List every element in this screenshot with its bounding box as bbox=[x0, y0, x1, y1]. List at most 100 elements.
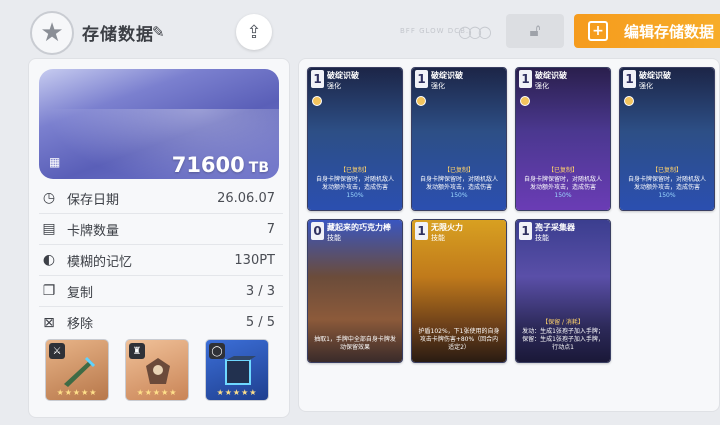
card-name: 藏起来的巧克力棒 bbox=[327, 223, 391, 232]
card-description: 【已复制】 自身卡牌保留时，对随机敌人发动额外攻击，造成伤害150% bbox=[522, 167, 604, 200]
card-desc-value: 150% bbox=[346, 192, 364, 199]
storage-amount-value: 71600 bbox=[171, 153, 245, 177]
storage-capacity-card: ▦ 71600 TB bbox=[39, 69, 279, 179]
card-desc-text: 发动：生成1张孢子加入手牌；保留：生成1张孢子加入手牌，行动点1 bbox=[522, 328, 604, 351]
pencil-icon[interactable]: ✎ bbox=[152, 23, 165, 41]
storage-info-panel: ▦ 71600 TB ◷ 保存日期 26.06.07 ▤ 卡牌数量 7 ◐ 模糊的… bbox=[28, 58, 290, 418]
card-desc-value: 150% bbox=[450, 192, 468, 199]
weapon-art bbox=[64, 356, 96, 387]
card-tag: 【已复制】 bbox=[651, 167, 682, 174]
stat-value: 7 bbox=[266, 221, 275, 237]
stat-save-date: ◷ 保存日期 26.06.07 bbox=[39, 183, 283, 214]
card-name: 破绽识破 bbox=[535, 71, 567, 80]
card-description: 【保留 / 消耗】 发动：生成1张孢子加入手牌；保留：生成1张孢子加入手牌，行动… bbox=[522, 319, 604, 352]
deck-card[interactable]: 1 破绽识破 强化 【已复制】 自身卡牌保留时，对随机敌人发动额外攻击，造成伤害… bbox=[515, 67, 611, 211]
stat-label: 模糊的记忆 bbox=[67, 254, 133, 270]
card-name: 孢子采集器 bbox=[535, 223, 575, 232]
top-bar: ★ 存储数据 ✎ ⇪ BFF GLOW DCB.. ○○○ 🔓︎ + 编辑存储数… bbox=[0, 0, 720, 62]
stat-value: 3 / 3 bbox=[245, 283, 275, 299]
plus-square-icon: + bbox=[588, 21, 608, 41]
card-type: 技能 bbox=[327, 234, 341, 242]
deck-card[interactable]: 1 破绽识破 强化 【已复制】 自身卡牌保留时，对随机敌人发动额外攻击，造成伤害… bbox=[307, 67, 403, 211]
deck-card[interactable]: 0 藏起来的巧克力棒 技能 抽取1，手牌中全部自身卡牌发动保留效果 bbox=[307, 219, 403, 363]
edit-storage-button[interactable]: + 编辑存储数据 bbox=[574, 14, 720, 48]
storage-amount: 71600 TB bbox=[172, 153, 269, 177]
card-sun-icon bbox=[624, 96, 634, 106]
card-cost: 1 bbox=[519, 70, 532, 88]
card-desc-value: 150% bbox=[658, 192, 676, 199]
stat-remove: ⊠ 移除 5 / 5 bbox=[39, 307, 283, 338]
stat-label: 移除 bbox=[67, 317, 94, 332]
equipment-stars: ★★★★★ bbox=[136, 388, 178, 397]
card-description: 【已复制】 自身卡牌保留时，对随机敌人发动额外攻击，造成伤害150% bbox=[418, 167, 500, 200]
card-type: 强化 bbox=[327, 82, 341, 90]
card-cost: 1 bbox=[311, 70, 324, 88]
rings-decoration-icon: ○○○ bbox=[458, 22, 492, 41]
card-type: 技能 bbox=[535, 234, 549, 242]
card-cost: 1 bbox=[415, 222, 428, 240]
armor-art bbox=[146, 358, 170, 384]
stats-list: ◷ 保存日期 26.06.07 ▤ 卡牌数量 7 ◐ 模糊的记忆 130PT ❐… bbox=[39, 183, 283, 338]
card-cost: 0 bbox=[311, 222, 324, 240]
stat-label: 卡牌数量 bbox=[67, 223, 120, 239]
card-name: 破绽识破 bbox=[327, 71, 359, 80]
memory-chip-icon: ▦ bbox=[49, 155, 61, 169]
card-sun-icon bbox=[520, 96, 530, 106]
equipment-relic[interactable]: ◯ ★★★★★ bbox=[205, 339, 269, 401]
brain-icon: ◐ bbox=[42, 252, 56, 268]
card-desc-text: 自身卡牌保留时，对随机敌人发动额外攻击，造成伤害 bbox=[315, 176, 394, 191]
card-desc-text: 自身卡牌保留时，对随机敌人发动额外攻击，造成伤害 bbox=[627, 176, 706, 191]
deck-card[interactable]: 1 破绽识破 强化 【已复制】 自身卡牌保留时，对随机敌人发动额外攻击，造成伤害… bbox=[411, 67, 507, 211]
page-title: 存储数据 bbox=[82, 25, 154, 45]
card-type: 技能 bbox=[431, 234, 445, 242]
card-name: 无限火力 bbox=[431, 223, 463, 232]
remove-icon: ⊠ bbox=[43, 314, 55, 331]
stat-value: 26.06.07 bbox=[217, 190, 275, 206]
stat-fuzzy-memory: ◐ 模糊的记忆 130PT bbox=[39, 245, 283, 276]
star-badge-icon: ★ bbox=[30, 11, 74, 55]
card-desc-text: 抽取1，手牌中全部自身卡牌发动保留效果 bbox=[314, 336, 396, 351]
stat-label: 复制 bbox=[67, 285, 94, 301]
card-description: 抽取1，手牌中全部自身卡牌发动保留效果 bbox=[314, 336, 396, 352]
card-desc-text: 自身卡牌保留时，对随机敌人发动额外攻击，造成伤害 bbox=[523, 176, 602, 191]
card-type: 强化 bbox=[639, 82, 653, 90]
card-deck-panel: 1 破绽识破 强化 【已复制】 自身卡牌保留时，对随机敌人发动额外攻击，造成伤害… bbox=[298, 58, 720, 412]
card-tag: 【保留 / 消耗】 bbox=[542, 319, 584, 326]
card-desc-text: 自身卡牌保留时，对随机敌人发动额外攻击，造成伤害 bbox=[419, 176, 498, 191]
share-button[interactable]: ⇪ bbox=[236, 14, 272, 50]
deck-card[interactable]: 1 破绽识破 强化 【已复制】 自身卡牌保留时，对随机敌人发动额外攻击，造成伤害… bbox=[619, 67, 715, 211]
deck-card[interactable]: 1 无限火力 技能 护盾102%，下1张使用的自身攻击卡牌伤害+80%（回合内适… bbox=[411, 219, 507, 363]
card-name: 破绽识破 bbox=[431, 71, 463, 80]
card-cost: 1 bbox=[519, 222, 532, 240]
card-sun-icon bbox=[416, 96, 426, 106]
equipment-armor[interactable]: ♜ ★★★★★ bbox=[125, 339, 189, 401]
stat-card-count: ▤ 卡牌数量 7 bbox=[39, 214, 283, 245]
storage-amount-unit: TB bbox=[248, 160, 269, 176]
stat-value: 5 / 5 bbox=[245, 315, 275, 330]
clock-icon: ◷ bbox=[42, 190, 56, 206]
stat-label: 保存日期 bbox=[67, 192, 120, 208]
stat-copy: ❐ 复制 3 / 3 bbox=[39, 276, 283, 307]
equipment-weapon[interactable]: ⚔ ★★★★★ bbox=[45, 339, 109, 401]
card-tag: 【已复制】 bbox=[547, 167, 578, 174]
share-icon: ⇪ bbox=[246, 21, 262, 43]
card-sun-icon bbox=[312, 96, 322, 106]
copy-icon: ❐ bbox=[42, 283, 56, 299]
card-tag: 【已复制】 bbox=[339, 167, 370, 174]
stat-value: 130PT bbox=[234, 252, 275, 268]
relic-art bbox=[225, 356, 256, 385]
unlock-button[interactable]: 🔓︎ bbox=[506, 14, 564, 48]
card-description: 【已复制】 自身卡牌保留时，对随机敌人发动额外攻击，造成伤害150% bbox=[314, 167, 396, 200]
edit-storage-label: 编辑存储数据 bbox=[624, 22, 715, 41]
equipment-stars: ★★★★★ bbox=[56, 388, 98, 397]
cards-icon: ▤ bbox=[42, 221, 56, 237]
card-description: 【已复制】 自身卡牌保留时，对随机敌人发动额外攻击，造成伤害150% bbox=[626, 167, 708, 200]
card-type: 强化 bbox=[431, 82, 445, 90]
deck-card[interactable]: 1 孢子采集器 技能 【保留 / 消耗】 发动：生成1张孢子加入手牌；保留：生成… bbox=[515, 219, 611, 363]
card-description: 护盾102%，下1张使用的自身攻击卡牌伤害+80%（回合内适定2） bbox=[418, 328, 500, 352]
card-type: 强化 bbox=[535, 82, 549, 90]
equipment-row: ⚔ ★★★★★ ♜ ★★★★★ ◯ ★★★★★ bbox=[45, 339, 275, 405]
card-tag: 【已复制】 bbox=[443, 167, 474, 174]
card-desc-text: 护盾102%，下1张使用的自身攻击卡牌伤害+80%（回合内适定2） bbox=[418, 328, 500, 351]
card-desc-value: 150% bbox=[554, 192, 572, 199]
